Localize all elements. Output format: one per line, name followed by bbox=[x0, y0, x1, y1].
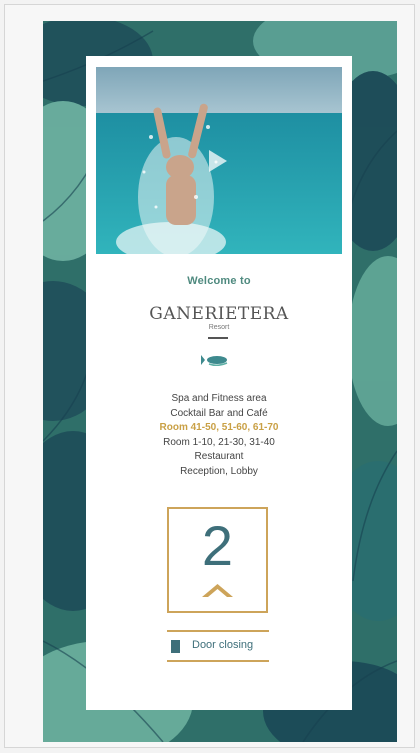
floor-item: Restaurant bbox=[194, 451, 244, 462]
floor-item: Cocktail Bar and Café bbox=[170, 407, 268, 419]
promo-video[interactable] bbox=[96, 67, 342, 254]
current-floor-number: 2 bbox=[201, 514, 234, 577]
fish-icon bbox=[201, 355, 228, 367]
hotel-name: GANERIETERA bbox=[149, 304, 289, 324]
hotel-tagline: Resort bbox=[208, 324, 230, 331]
floor-directory: Spa and Fitness area Cocktail Bar and Ca… bbox=[86, 392, 352, 479]
floor-indicator: 2 bbox=[167, 507, 268, 613]
tagline-divider bbox=[208, 337, 228, 339]
floor-item-current: Room 41-50, 51-60, 61-70 bbox=[159, 422, 279, 433]
door-icon bbox=[171, 640, 180, 653]
welcome-text: Welcome to bbox=[187, 275, 251, 287]
floor-item: Spa and Fitness area bbox=[171, 393, 267, 404]
door-status-bar: Door closing bbox=[167, 630, 269, 662]
floor-item: Room 1-10, 21-30, 31-40 bbox=[163, 436, 275, 448]
floor-item: Reception, Lobby bbox=[180, 465, 258, 477]
arrow-up-icon bbox=[202, 584, 233, 597]
play-icon[interactable] bbox=[203, 147, 231, 175]
elevator-info-card: Welcome to GANERIETERA Resort Spa and Fi… bbox=[86, 56, 352, 710]
door-status-label: Door closing bbox=[192, 639, 254, 651]
